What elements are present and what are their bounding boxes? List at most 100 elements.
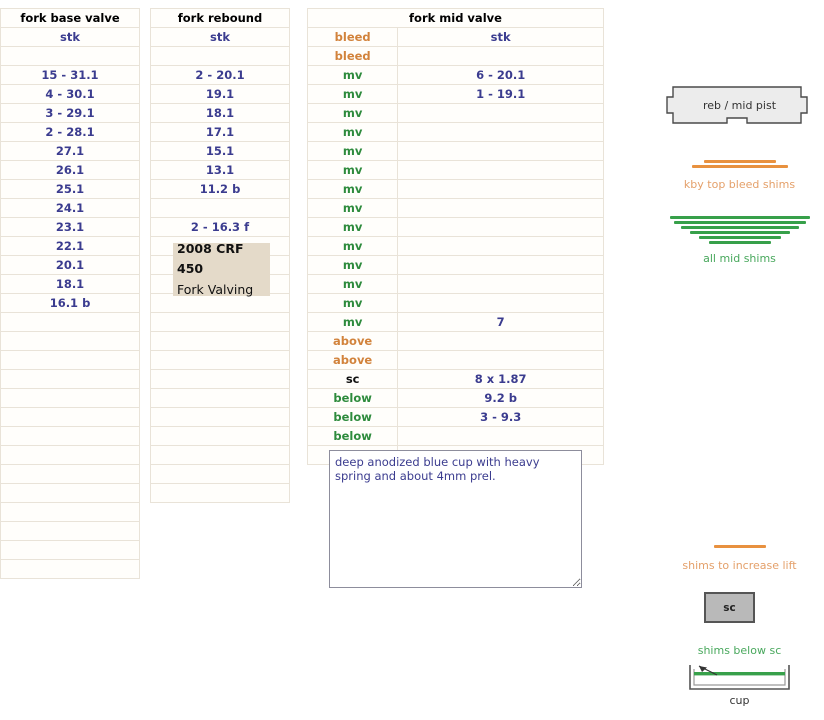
stack-value-cell[interactable]: 27.1 [0,141,140,161]
mid-valve-value-cell[interactable] [397,274,604,294]
mid-valve-value-cell[interactable] [397,103,604,123]
mid-valve-value-cell[interactable] [397,217,604,237]
mid-valve-label-cell[interactable]: below [306,388,399,408]
mid-valve-value-cell[interactable] [397,198,604,218]
mid-valve-label-cell[interactable]: mv [306,103,399,123]
stack-value-cell[interactable]: 17.1 [150,122,290,142]
mid-valve-value-cell[interactable]: 9.2 b [397,388,604,408]
table-row: mv 7 [306,312,604,332]
table-row [150,312,290,332]
mid-valve-label-cell[interactable]: mv [306,122,399,142]
stack-value-cell[interactable]: 25.1 [0,179,140,199]
stack-value-cell[interactable] [150,312,290,332]
stack-value-cell[interactable]: 16.1 b [0,293,140,313]
mid-valve-value-cell[interactable] [397,426,604,446]
mid-valve-label-cell[interactable]: mv [306,198,399,218]
mid-valve-value-cell[interactable]: stk [397,27,604,47]
table-row: above [306,331,604,351]
mid-valve-label-cell[interactable]: bleed [306,27,399,47]
mid-valve-value-cell[interactable] [397,350,604,370]
mid-valve-value-cell[interactable]: 1 - 19.1 [397,84,604,104]
stack-value-cell[interactable] [150,464,290,484]
mid-valve-value-cell[interactable] [397,293,604,313]
mid-valve-label-cell[interactable]: mv [306,65,399,85]
stack-value-cell[interactable]: 15.1 [150,141,290,161]
mid-valve-value-cell[interactable] [397,179,604,199]
stack-value-cell[interactable] [0,388,140,408]
mid-valve-label-cell[interactable]: mv [306,274,399,294]
stack-value-cell[interactable] [150,388,290,408]
mid-valve-value-cell[interactable] [397,160,604,180]
mid-valve-label-cell[interactable]: mv [306,293,399,313]
mid-valve-value-cell[interactable] [397,255,604,275]
mid-valve-label-cell[interactable]: below [306,426,399,446]
stack-value-cell[interactable] [0,559,140,579]
stack-value-cell[interactable] [0,426,140,446]
stack-value-cell[interactable] [0,445,140,465]
stack-value-cell[interactable] [0,540,140,560]
notes-textarea[interactable] [329,450,582,588]
table-row: below 3 - 9.3 [306,407,604,427]
stack-value-cell[interactable] [0,502,140,522]
stack-value-cell[interactable] [150,331,290,351]
stack-value-cell[interactable] [150,445,290,465]
mid-valve-label-cell[interactable]: mv [306,179,399,199]
stack-value-cell[interactable]: 2 - 20.1 [150,65,290,85]
stack-value-cell[interactable]: 13.1 [150,160,290,180]
mid-valve-value-cell[interactable]: 7 [397,312,604,332]
stack-value-cell[interactable] [0,46,140,66]
stack-value-cell[interactable] [150,198,290,218]
mid-valve-label-cell[interactable]: bleed [306,46,399,66]
stack-value-cell[interactable]: 23.1 [0,217,140,237]
stack-value-cell[interactable]: 2 - 28.1 [0,122,140,142]
fork-base-valve-table: fork base valve stk 15 - 31.1 4 - 30.1 3 -… [0,8,140,579]
mid-valve-value-cell[interactable]: 3 - 9.3 [397,407,604,427]
stack-value-cell[interactable] [0,483,140,503]
mid-valve-label-cell[interactable]: above [306,331,399,351]
stack-value-cell[interactable]: 15 - 31.1 [0,65,140,85]
stack-value-cell[interactable] [150,407,290,427]
mid-valve-value-cell[interactable] [397,122,604,142]
stack-value-cell[interactable]: 19.1 [150,84,290,104]
stack-value-cell[interactable]: 20.1 [0,255,140,275]
stack-value-cell[interactable]: 11.2 b [150,179,290,199]
stack-value-cell[interactable] [0,407,140,427]
stack-value-cell[interactable] [150,426,290,446]
stack-value-cell[interactable] [150,483,290,503]
mid-valve-value-cell[interactable] [397,236,604,256]
mid-valve-label-cell[interactable]: below [306,407,399,427]
mid-valve-value-cell[interactable]: 6 - 20.1 [397,65,604,85]
mid-valve-label-cell[interactable]: mv [306,160,399,180]
table-row [0,46,140,66]
mid-valve-label-cell[interactable]: mv [306,84,399,104]
stack-value-cell[interactable] [0,350,140,370]
mid-valve-value-cell[interactable]: 8 x 1.87 [397,369,604,389]
mid-valve-value-cell[interactable] [397,46,604,66]
mid-valve-label-cell[interactable]: above [306,350,399,370]
stack-value-cell[interactable] [0,369,140,389]
mid-valve-label-cell[interactable]: mv [306,217,399,237]
mid-valve-value-cell[interactable] [397,141,604,161]
stack-value-cell[interactable] [0,521,140,541]
stack-value-cell[interactable]: 3 - 29.1 [0,103,140,123]
stack-value-cell[interactable] [150,369,290,389]
stack-value-cell[interactable] [0,312,140,332]
stack-value-cell[interactable] [150,46,290,66]
mid-valve-value-cell[interactable] [397,331,604,351]
mid-valve-label-cell[interactable]: mv [306,312,399,332]
mid-valve-label-cell[interactable]: mv [306,236,399,256]
stack-value-cell[interactable]: 24.1 [0,198,140,218]
stack-value-cell[interactable]: 2 - 16.3 f [150,217,290,237]
stack-value-cell[interactable]: 22.1 [0,236,140,256]
stack-value-cell[interactable]: 18.1 [0,274,140,294]
stack-value-cell[interactable]: 18.1 [150,103,290,123]
stack-value-cell[interactable] [0,464,140,484]
mid-valve-label-cell[interactable]: mv [306,141,399,161]
below-sc-caption: shims below sc [697,644,782,657]
stack-value-cell[interactable]: 26.1 [0,160,140,180]
stack-value-cell[interactable] [150,350,290,370]
mid-valve-label-cell[interactable]: sc [306,369,399,389]
mid-valve-label-cell[interactable]: mv [306,255,399,275]
stack-value-cell[interactable]: 4 - 30.1 [0,84,140,104]
stack-value-cell[interactable] [0,331,140,351]
